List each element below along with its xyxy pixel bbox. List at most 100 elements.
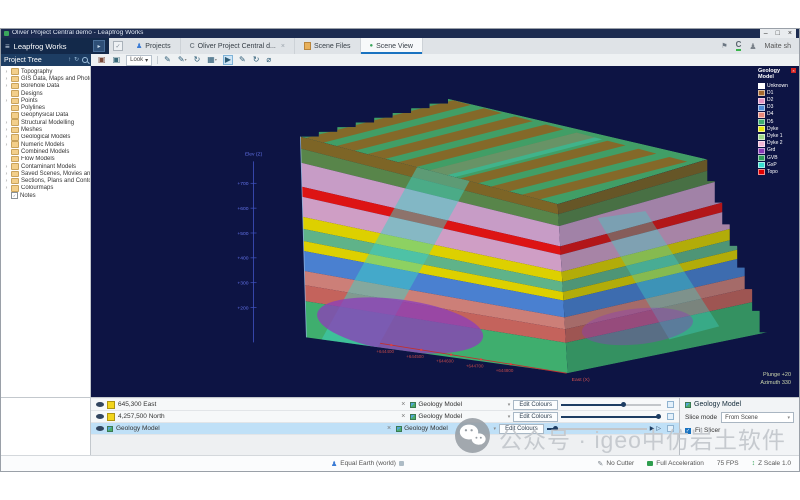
ruler-icon[interactable]: ⌀: [265, 56, 272, 64]
tree-item-notes[interactable]: ✓Notes: [1, 192, 90, 199]
remove-icon[interactable]: ×: [399, 413, 407, 420]
visibility-eye-icon[interactable]: [96, 402, 104, 407]
tab-list-icon[interactable]: ✓: [113, 41, 123, 51]
expand-arrow-icon[interactable]: ›: [4, 178, 9, 184]
visibility-eye-icon[interactable]: [96, 414, 104, 419]
edit-colours-button[interactable]: Edit Colours: [513, 412, 558, 422]
expand-arrow-icon[interactable]: ›: [4, 185, 9, 191]
expand-arrow-icon[interactable]: ▸: [93, 40, 105, 52]
shape-row-645-300-east[interactable]: 645,300 East×Geology Model▾Edit Colours: [91, 399, 679, 411]
scene-camera-icon[interactable]: ▣: [97, 56, 107, 64]
close-button[interactable]: ×: [788, 30, 792, 37]
collapse-tree-icon[interactable]: ↑: [68, 57, 71, 63]
edit-colours-button[interactable]: Edit Colours: [513, 400, 558, 410]
expand-arrow-icon[interactable]: ›: [4, 76, 9, 82]
expand-arrow-icon[interactable]: ›: [4, 164, 9, 170]
tree-item-label: Meshes: [21, 127, 42, 133]
expand-arrow-icon[interactable]: ›: [4, 142, 9, 148]
folder-icon: [11, 134, 19, 141]
tree-item-topography[interactable]: ›Topography: [1, 68, 90, 75]
flag-icon[interactable]: ⚑: [721, 42, 727, 50]
maximize-button[interactable]: □: [776, 30, 780, 37]
geology-model-canvas[interactable]: Elev (Z)+700+600+500+400+300+200+644400+…: [91, 66, 799, 397]
acceleration-status[interactable]: Full Acceleration: [647, 460, 704, 467]
refresh-tree-icon[interactable]: ↻: [74, 57, 79, 63]
tree-item-designs[interactable]: Designs: [1, 90, 90, 97]
tree-item-geophysical-data[interactable]: Geophysical Data: [1, 112, 90, 119]
slider-handle[interactable]: [656, 414, 661, 419]
visibility-eye-icon[interactable]: [96, 426, 104, 431]
properties-title: Geology Model: [694, 401, 741, 408]
tree-item-meshes[interactable]: › Meshes: [1, 126, 90, 133]
projection-status[interactable]: ♟ Equal Earth (world): [331, 460, 404, 468]
window-title: Oliver Project Central demo - Leapfrog W…: [12, 30, 757, 37]
expand-arrow-icon[interactable]: ›: [4, 83, 9, 89]
tab-scene-view[interactable]: ●Scene View: [361, 38, 423, 54]
tab-close-icon[interactable]: ×: [281, 43, 285, 50]
tree-item-label: Flow Models: [21, 156, 55, 162]
opacity-slider[interactable]: [561, 413, 661, 420]
tab-oliver-project-central-d[interactable]: COliver Project Central d...×: [181, 38, 295, 54]
tree-item-numeric-models[interactable]: ›Numeric Models: [1, 141, 90, 148]
expand-arrow-icon[interactable]: ›: [4, 69, 9, 75]
expand-arrow-icon[interactable]: ›: [4, 120, 9, 126]
tree-item-flow-models[interactable]: Flow Models: [1, 156, 90, 163]
rotate-icon[interactable]: ↻: [252, 56, 261, 64]
scene-3d-view[interactable]: Elev (Z)+700+600+500+400+300+200+644400+…: [91, 66, 799, 397]
opacity-slider[interactable]: [561, 401, 661, 408]
tab-scene-files[interactable]: Scene Files: [295, 38, 361, 54]
svg-text:+300: +300: [237, 280, 248, 286]
expand-arrow-icon[interactable]: ›: [4, 171, 9, 177]
remove-icon[interactable]: ×: [399, 401, 407, 408]
look-dropdown[interactable]: Look▾: [126, 55, 152, 66]
central-status-icon[interactable]: C: [736, 41, 742, 52]
draw-slicer-icon[interactable]: ✎: [163, 56, 172, 64]
cutter-status[interactable]: ✎ No Cutter: [598, 460, 635, 468]
select-tool-icon[interactable]: ▶: [223, 55, 233, 65]
tree-item-points[interactable]: ›Points: [1, 97, 90, 104]
legend-swatch: [758, 134, 765, 140]
draw-polyline-icon[interactable]: ✎▾: [177, 56, 188, 64]
tree-item-polylines[interactable]: Polylines: [1, 104, 90, 111]
legend-label: GxP: [767, 163, 777, 168]
remove-icon[interactable]: ×: [385, 425, 393, 432]
expand-arrow-icon[interactable]: ›: [4, 134, 9, 140]
tree-item-combined-models[interactable]: Combined Models: [1, 148, 90, 155]
folder-icon: [11, 178, 19, 185]
tree-item-geological-models[interactable]: ›Geological Models: [1, 134, 90, 141]
slicer-box-icon[interactable]: ▦▾: [206, 56, 218, 64]
folder-icon: [11, 127, 19, 134]
legend-close-icon[interactable]: ×: [791, 68, 796, 73]
model-select[interactable]: Geology Model▾: [410, 401, 510, 408]
slider-handle[interactable]: [621, 402, 626, 407]
leapfrog-works-menu-button[interactable]: ≡ Leapfrog Works ▸: [1, 38, 109, 54]
expand-arrow-icon[interactable]: ›: [4, 127, 9, 133]
tree-item-saved-scenes-movies-and-markers[interactable]: ›Saved Scenes, Movies and Markers: [1, 170, 90, 177]
refresh-icon[interactable]: ↻: [193, 56, 202, 64]
project-tree-title: Project Tree: [4, 57, 42, 64]
scene-toggle-icon[interactable]: [667, 401, 674, 408]
tree-item-structural-modelling[interactable]: ›Structural Modelling: [1, 119, 90, 126]
tree-item-borehole-data[interactable]: ›Borehole Data: [1, 83, 90, 90]
cutter-icon: ✎: [598, 460, 604, 468]
tree-item-contaminant-models[interactable]: ›Contaminant Models: [1, 163, 90, 170]
checkbox-icon[interactable]: ✓: [11, 192, 18, 199]
zscale-control[interactable]: ↕ Z Scale 1.0: [752, 460, 791, 467]
svg-text:+644800: +644800: [496, 368, 514, 373]
draw-icon[interactable]: ✎: [238, 56, 247, 64]
expand-arrow-icon[interactable]: ›: [4, 98, 9, 104]
tree-item-colourmaps[interactable]: ›Colourmaps: [1, 185, 90, 192]
folder-icon: [11, 185, 19, 192]
tree-item-gis-data-maps-and-photos[interactable]: ›GIS Data, Maps and Photos: [1, 75, 90, 82]
search-icon[interactable]: [82, 57, 88, 63]
tab-projects[interactable]: ♟Projects: [127, 38, 181, 54]
scene-camera2-icon[interactable]: ▣: [112, 56, 122, 64]
tree-item-sections-plans-and-contours[interactable]: ›Sections, Plans and Contours: [1, 177, 90, 184]
scene-toggle-icon[interactable]: [667, 413, 674, 420]
projection-icon: ♟: [331, 460, 337, 468]
main-area: ›Topography›GIS Data, Maps and Photos›Bo…: [1, 66, 799, 397]
svg-text:+600: +600: [237, 206, 248, 212]
user-button[interactable]: Maite sh: [765, 43, 791, 50]
minimize-button[interactable]: –: [764, 30, 768, 37]
window-controls: – □ ×: [760, 29, 796, 38]
